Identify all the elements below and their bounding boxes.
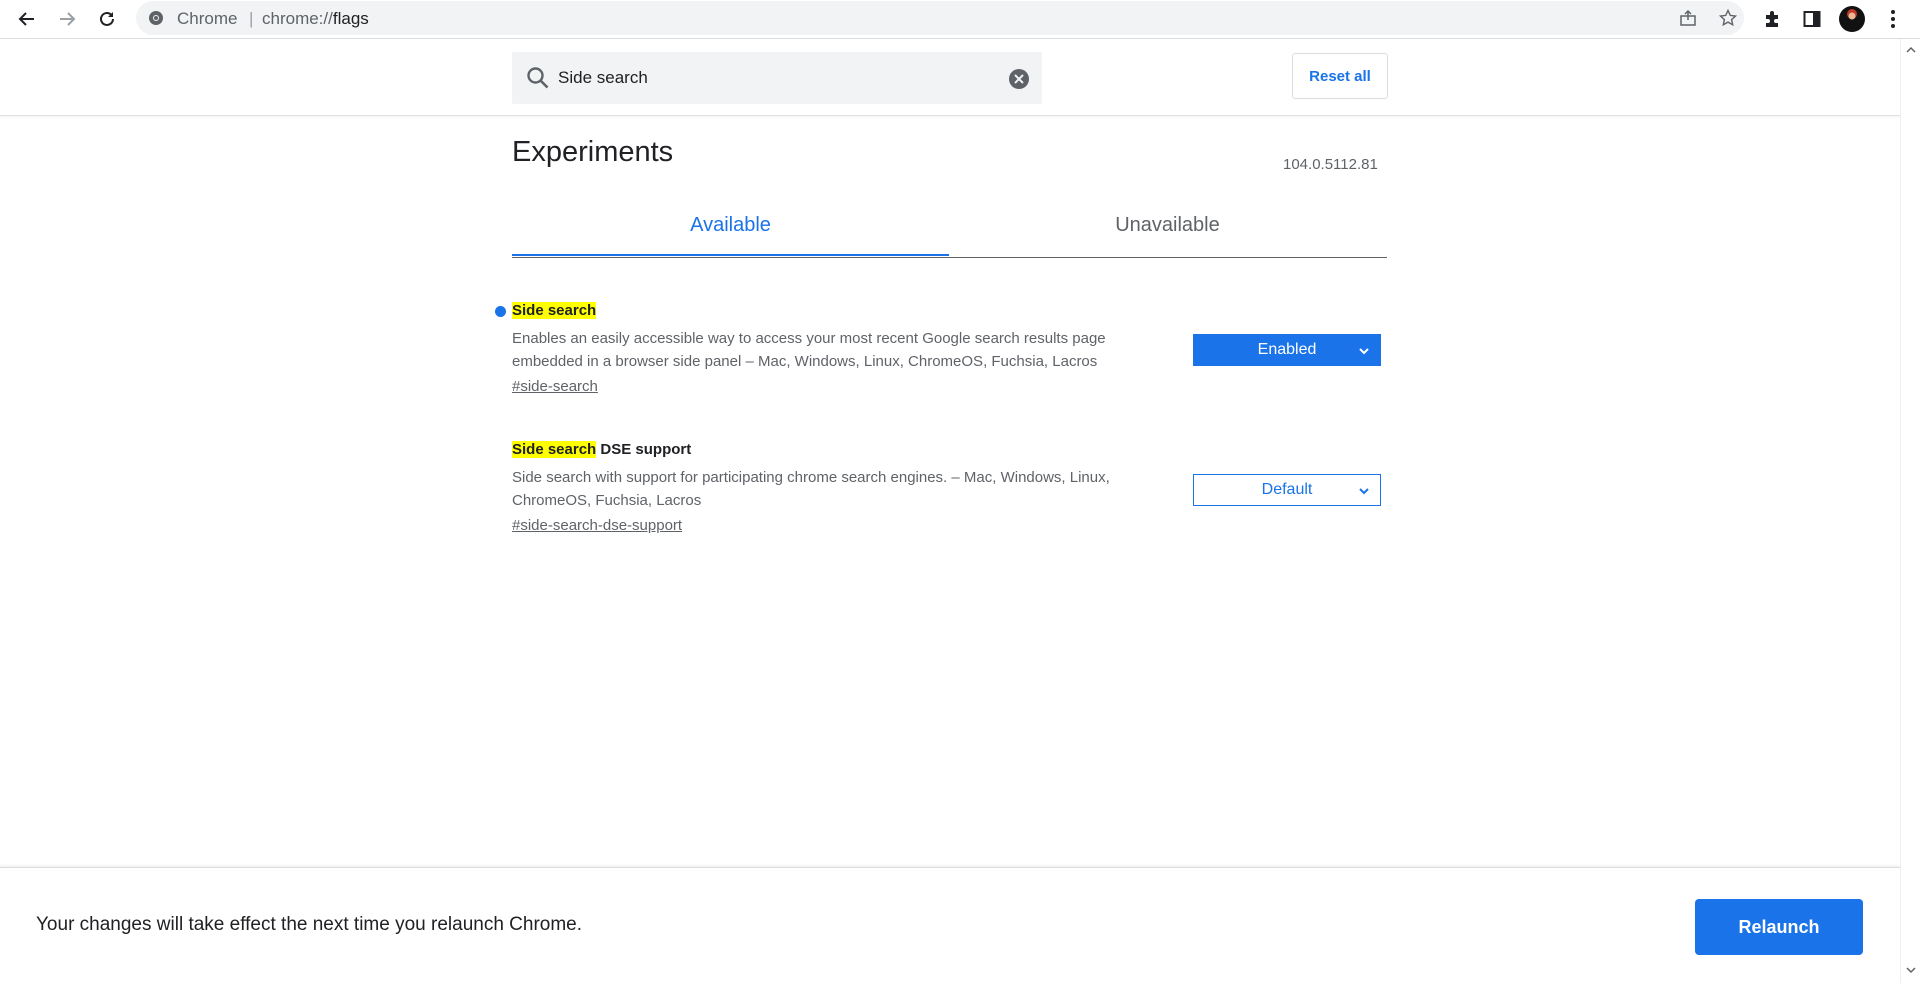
scroll-down-arrow-icon[interactable]	[1906, 965, 1916, 975]
experiment-description: Enables an easily accessible way to acce…	[512, 330, 1106, 370]
experiment-permalink[interactable]: #side-search	[512, 376, 1392, 398]
page-title: Experiments	[512, 136, 674, 168]
experiment-name: Side search	[512, 301, 1392, 321]
experiment-permalink[interactable]: #side-search-dse-support	[512, 515, 1392, 537]
url-separator: |	[249, 9, 254, 28]
url-scheme: chrome://	[262, 9, 333, 28]
chevron-down-icon	[1359, 488, 1369, 495]
arrow-left-icon	[18, 12, 34, 26]
version-label: 104.0.5112.81	[1283, 156, 1378, 173]
relaunch-button[interactable]: Relaunch	[1695, 899, 1863, 955]
puzzle-icon	[1766, 11, 1778, 27]
search-icon	[527, 67, 549, 89]
experiment-name: Side search DSE support	[512, 440, 1392, 460]
select-value: Default	[1261, 481, 1313, 498]
select-value: Enabled	[1257, 341, 1317, 358]
experiment-item: Side search Enables an easily accessible…	[495, 301, 1392, 398]
kebab-menu-icon	[1891, 10, 1895, 28]
side-panel-icon	[1803, 11, 1821, 27]
reload-icon	[100, 11, 114, 26]
browser-toolbar: Chrome | chrome://flags	[0, 0, 1920, 39]
experiment-name-rest: DSE support	[596, 441, 692, 458]
search-box	[512, 52, 1042, 104]
share-icon	[1680, 9, 1696, 26]
address-bar[interactable]: Chrome | chrome://flags	[136, 1, 1744, 35]
extensions-button[interactable]	[1758, 4, 1788, 34]
url-host: flags	[332, 9, 369, 28]
relaunch-message: Your changes will take effect the next t…	[36, 914, 583, 935]
search-highlight: Side search	[512, 441, 597, 458]
chrome-menu-button[interactable]	[1878, 4, 1908, 34]
star-icon	[1719, 9, 1737, 27]
tab-unavailable[interactable]: Unavailable	[949, 205, 1386, 256]
back-button[interactable]	[12, 4, 42, 34]
search-highlight: Side search	[512, 302, 597, 319]
scroll-up-arrow-icon[interactable]	[1906, 45, 1916, 55]
avatar[interactable]	[1837, 4, 1867, 34]
clear-search-icon[interactable]	[1008, 68, 1030, 90]
arrow-right-icon	[60, 12, 76, 26]
chrome-logo-icon	[149, 11, 163, 25]
side-panel-button[interactable]	[1797, 4, 1827, 34]
share-button[interactable]	[1676, 6, 1700, 30]
chevron-down-icon	[1359, 348, 1369, 355]
experiment-select[interactable]: Enabled	[1193, 334, 1381, 366]
reload-button[interactable]	[92, 4, 122, 34]
relaunch-footer: Your changes will take effect the next t…	[0, 867, 1900, 984]
bookmark-button[interactable]	[1716, 6, 1740, 30]
site-label: Chrome	[177, 9, 238, 28]
reset-all-button[interactable]: Reset all	[1292, 53, 1388, 99]
tab-bar: Available Unavailable	[512, 205, 1387, 258]
experiment-description: Side search with support for participati…	[512, 469, 1110, 509]
experiment-select[interactable]: Default	[1193, 474, 1381, 506]
forward-button[interactable]	[52, 4, 82, 34]
scrollbar[interactable]	[1900, 39, 1920, 983]
search-input[interactable]	[558, 65, 998, 91]
modified-indicator	[495, 306, 506, 317]
url-text: chrome://flags	[262, 9, 369, 29]
tab-available[interactable]: Available	[512, 205, 949, 256]
experiment-item: Side search DSE support Side search with…	[512, 440, 1392, 537]
flags-header: Reset all	[0, 39, 1900, 116]
profile-avatar-icon	[1839, 6, 1865, 32]
